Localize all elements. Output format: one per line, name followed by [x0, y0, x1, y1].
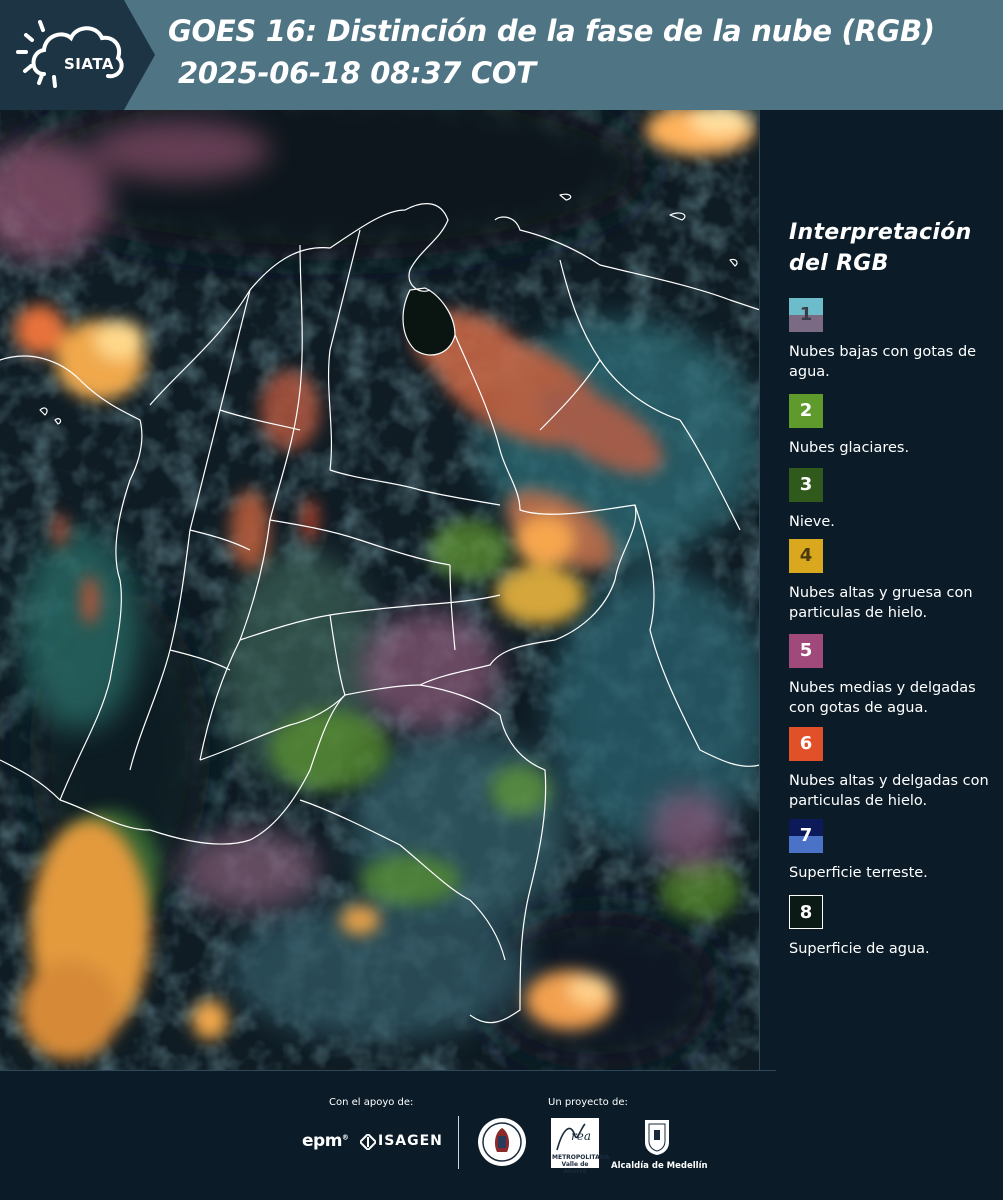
sun-cloud-icon: [16, 20, 124, 88]
project-label: Un proyecto de:: [548, 1097, 628, 1108]
legend-title: Interpretación del RGB: [789, 217, 972, 279]
legend-label-6: Nubes altas y delgadas con particulas de…: [789, 773, 989, 809]
legend-swatch-1: 1: [789, 298, 823, 332]
legend-swatch-7: 7: [789, 819, 823, 853]
footer-divider: [0, 1070, 776, 1071]
legend-label-5: Nubes medias y delgadas con gotas de agu…: [789, 680, 976, 716]
legend-title-line2: del RGB: [789, 251, 889, 276]
legend-label-1: Nubes bajas con gotas de agua.: [789, 344, 977, 380]
siata-logo-text: SIATA: [64, 55, 115, 73]
legend-label-8: Superficie de agua.: [789, 941, 930, 957]
page-timestamp: 2025-06-18 08:37 COT: [178, 56, 536, 90]
isagen-logo: ISAGEN: [378, 1133, 443, 1149]
legend-swatch-6: 6: [789, 727, 823, 761]
legend-swatch-8: 8: [789, 895, 823, 929]
epm-logo-text: epm: [302, 1131, 342, 1151]
legend-swatch-2: 2: [789, 394, 823, 428]
epm-logo: epm®: [302, 1131, 349, 1151]
satellite-map[interactable]: [0, 110, 760, 1070]
legend-label-3: Nieve.: [789, 514, 835, 530]
legend-swatch-4: 4: [789, 539, 823, 573]
area-metropolitana-icon: rea: [556, 1123, 591, 1151]
svg-text:rea: rea: [571, 1129, 591, 1143]
support-label: Con el apoyo de:: [329, 1097, 414, 1108]
footer-vertical-separator: [458, 1116, 459, 1169]
siata-logo: SIATA: [14, 12, 126, 96]
area-metropolitana-text: METROPOLITANA Valle de Aburrá: [552, 1154, 610, 1175]
legend-swatch-3: 3: [789, 468, 823, 502]
legend-panel: Interpretación del RGB 1 Nubes bajas con…: [775, 110, 1003, 1070]
university-seal-icon: [478, 1118, 526, 1166]
legend-label-7: Superficie terreste.: [789, 865, 928, 881]
medellin-shield-icon: [645, 1120, 669, 1155]
legend-label-4: Nubes altas y gruesa con particulas de h…: [789, 585, 973, 621]
legend-label-2: Nubes glaciares.: [789, 440, 910, 456]
satellite-image: [0, 110, 760, 1070]
footer: Con el apoyo de: Un proyecto de: epm® IS…: [0, 1070, 1003, 1200]
header: SIATA GOES 16: Distinción de la fase de …: [0, 0, 1003, 110]
alcaldia-logo-text: Alcaldía de Medellín: [611, 1161, 708, 1171]
legend-swatch-5: 5: [789, 634, 823, 668]
page-title: GOES 16: Distinción de la fase de la nub…: [168, 14, 935, 48]
isagen-mark-icon: [360, 1134, 376, 1150]
legend-title-line1: Interpretación: [789, 220, 972, 245]
